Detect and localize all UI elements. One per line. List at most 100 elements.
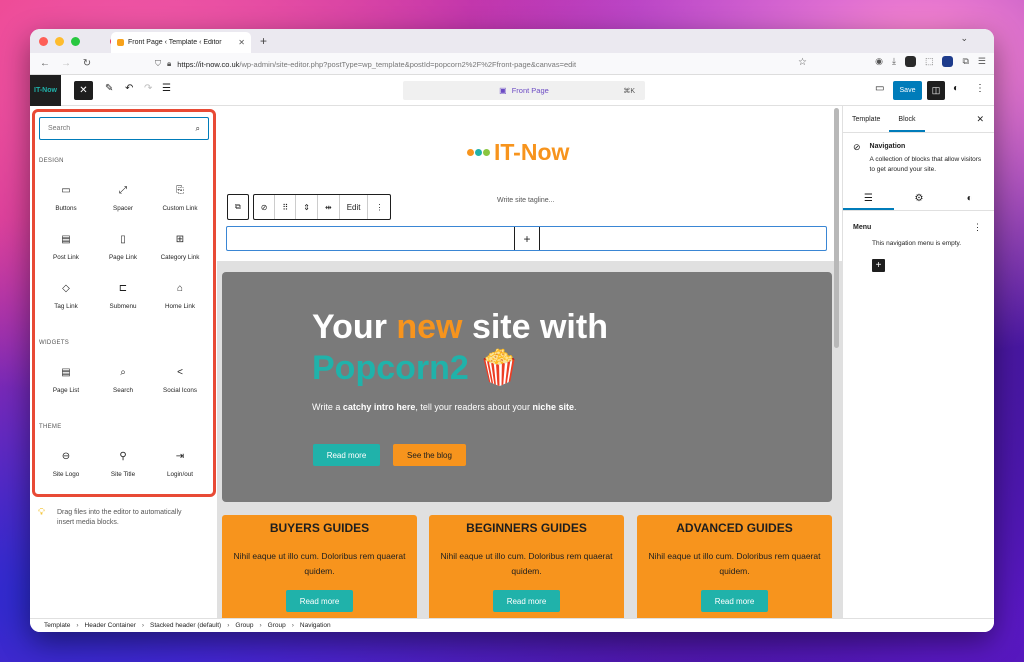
block-submenu[interactable]: ⊏ Submenu (95, 283, 151, 310)
block-site-logo[interactable]: ⊖ Site Logo (38, 451, 94, 478)
block-label: Page Link (108, 254, 137, 261)
block-search-field[interactable]: ⌕ (39, 117, 209, 140)
hero-section[interactable]: Your new site with Popcorn2 🍿 Write a ca… (222, 272, 832, 502)
edit-button[interactable]: Edit (340, 195, 369, 219)
block-search-input[interactable] (48, 125, 196, 132)
breadcrumb-item[interactable]: Stacked header (default) (150, 622, 221, 629)
styles-contrast-icon[interactable]: ◐ (953, 83, 959, 94)
navigation-block-icon[interactable]: ⊘ (254, 195, 276, 219)
card-text: Nihil eaque ut illo cum. Doloribus rem q… (648, 551, 821, 576)
block-buttons[interactable]: ▭ Buttons (38, 185, 94, 212)
lock-icon[interactable]: 🔒︎ (167, 59, 171, 69)
preview-device-icon[interactable]: ▭ (875, 83, 884, 94)
breadcrumb-item[interactable]: Template (44, 622, 70, 629)
hero-see-blog-button[interactable]: See the blog (393, 444, 466, 466)
tab-template[interactable]: Template (843, 106, 889, 132)
minimize-window-button[interactable] (55, 36, 64, 46)
block-label: Buttons (55, 205, 77, 212)
block-tag-link[interactable]: ◇ Tag Link (38, 283, 94, 310)
guide-card[interactable]: BUYERS GUIDES Nihil eaque ut illo cum. D… (222, 515, 417, 618)
pocket-icon[interactable]: ◉ (875, 56, 883, 67)
justify-icon[interactable]: ⇹ (318, 195, 340, 219)
card-read-more-button[interactable]: Read more (701, 590, 768, 612)
breadcrumb-item[interactable]: Header Container (85, 622, 136, 629)
page-list-icon: ▤ (61, 367, 71, 378)
brand-logo-icon (467, 149, 490, 156)
tab-block[interactable]: Block (889, 106, 924, 132)
browser-window: Front Page ‹ Template ‹ Editor ✕ + ⌄ ← →… (30, 29, 994, 632)
block-social-icons[interactable]: < Social Icons (152, 367, 208, 394)
site-logo-button[interactable]: IT-Now (30, 74, 61, 106)
url-bar[interactable]: ⛉ 🔒︎ https://it-now.co.uk/wp-admin/site-… (155, 56, 815, 72)
breadcrumb-item[interactable]: Group (235, 622, 253, 629)
intro-part: , tell your readers about your (415, 402, 533, 412)
list-tabs-chevron-icon[interactable]: ⌄ (960, 33, 968, 44)
close-window-button[interactable] (39, 36, 48, 46)
hero-heading[interactable]: Your new site with Popcorn2 🍿 (312, 307, 772, 389)
bookmark-star-icon[interactable]: ☆ (798, 57, 807, 68)
editor-canvas[interactable]: IT-Now Write site tagline... ⧉ ⊘ ⠿ ⇕ ⇹ E… (217, 106, 842, 618)
shield-icon[interactable]: ⛉ (155, 59, 161, 69)
card-read-more-button[interactable]: Read more (286, 590, 353, 612)
forward-arrow-icon[interactable]: → (60, 58, 72, 69)
drag-handle-icon[interactable]: ⠿ (275, 195, 297, 219)
browser-tab-active[interactable]: Front Page ‹ Template ‹ Editor ✕ (111, 32, 251, 53)
menu-options-icon[interactable]: ⋮ (973, 222, 982, 233)
back-arrow-icon[interactable]: ← (39, 58, 51, 69)
select-parent-icon[interactable]: ⧉ (228, 195, 248, 219)
command-palette-bar[interactable]: ▣ Front Page ⌘K (403, 81, 645, 100)
settings-sidebar-toggle-icon[interactable]: ◫ (927, 81, 945, 100)
block-spacer[interactable]: ⤢ Spacer (95, 185, 151, 212)
guide-card[interactable]: ADVANCED GUIDES Nihil eaque ut illo cum.… (637, 515, 832, 618)
map-pin-icon: ⚲ (119, 451, 127, 462)
extension-icon[interactable] (904, 56, 916, 67)
hero-read-more-button[interactable]: Read more (313, 444, 380, 466)
pencil-tools-icon[interactable]: ✎ (105, 83, 113, 94)
new-tab-plus-icon[interactable]: + (260, 34, 267, 48)
add-menu-item-plus-icon[interactable]: + (872, 259, 885, 272)
undo-icon[interactable]: ↶ (125, 83, 133, 94)
guide-card[interactable]: BEGINNERS GUIDES Nihil eaque ut illo cum… (429, 515, 624, 618)
styles-contrast-icon[interactable]: ◐ (944, 186, 994, 210)
list-view-tab-icon[interactable]: ☰ (843, 186, 894, 210)
block-home-link[interactable]: ⌂ Home Link (152, 283, 208, 310)
block-settings-subtabs: ☰ ⚙ ◐ (843, 186, 994, 211)
more-options-icon[interactable]: ⋮ (368, 195, 390, 219)
block-category-link[interactable]: ⊞ Category Link (152, 234, 208, 261)
navigation-block[interactable]: + (226, 226, 827, 251)
redo-icon[interactable]: ↷ (144, 83, 152, 94)
block-custom-link[interactable]: ⎘ Custom Link (152, 185, 208, 212)
site-tagline[interactable]: Write site tagline... (497, 197, 554, 204)
block-page-list[interactable]: ▤ Page List (38, 367, 94, 394)
canvas-scrollbar[interactable] (834, 108, 839, 348)
block-search[interactable]: ⌕ Search (95, 367, 151, 394)
options-kebab-icon[interactable]: ⋮ (975, 83, 985, 94)
save-button[interactable]: Save (893, 81, 922, 100)
url-host: https://it-now.co.uk (177, 59, 240, 69)
move-updown-icon[interactable]: ⇕ (296, 195, 318, 219)
block-post-link[interactable]: ▤ Post Link (38, 234, 94, 261)
screenshot-icon[interactable]: ⬚ (925, 56, 934, 67)
gear-icon[interactable]: ⚙ (894, 186, 945, 210)
settings-sidebar: Template Block ✕ ⊘ Navigation A collecti… (842, 106, 994, 618)
bitwarden-extension-icon[interactable] (942, 56, 954, 67)
add-block-plus-icon[interactable]: + (514, 227, 540, 250)
hero-intro[interactable]: Write a catchy intro here, tell your rea… (312, 402, 576, 412)
extensions-puzzle-icon[interactable]: ⧉ (962, 56, 968, 67)
card-read-more-button[interactable]: Read more (493, 590, 560, 612)
menu-hamburger-icon[interactable]: ☰ (978, 56, 986, 67)
maximize-window-button[interactable] (71, 36, 80, 46)
close-settings-icon[interactable]: ✕ (976, 114, 984, 125)
site-brand[interactable]: IT-Now (467, 139, 569, 166)
login-icon: ⇥ (175, 451, 185, 462)
download-icon[interactable]: ⤓ (892, 56, 896, 67)
tab-close-icon[interactable]: ✕ (238, 38, 245, 47)
block-login-out[interactable]: ⇥ Login/out (152, 451, 208, 478)
list-view-icon[interactable]: ☰ (162, 83, 171, 94)
block-site-title[interactable]: ⚲ Site Title (95, 451, 151, 478)
breadcrumb-item[interactable]: Navigation (300, 622, 331, 629)
breadcrumb-item[interactable]: Group (268, 622, 286, 629)
block-page-link[interactable]: ▯ Page Link (95, 234, 151, 261)
close-inserter-button[interactable]: ✕ (74, 81, 93, 100)
reload-icon[interactable]: ↻ (81, 58, 93, 69)
